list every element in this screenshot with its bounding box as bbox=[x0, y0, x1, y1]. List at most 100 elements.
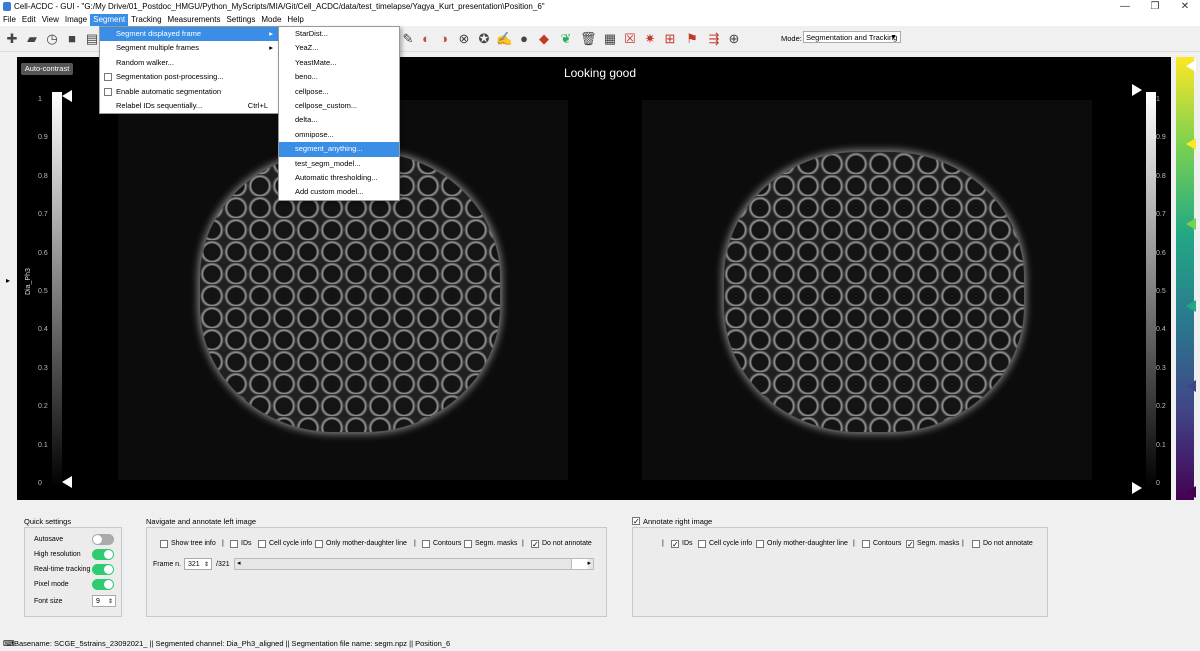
menu-random-walker[interactable]: Random walker... bbox=[100, 56, 278, 70]
colorbar-tick: 0.1 bbox=[38, 441, 48, 449]
model-yeastmate[interactable]: YeastMate... bbox=[279, 56, 399, 70]
model-test-segm[interactable]: test_segm_model... bbox=[279, 157, 399, 171]
model-cellpose-custom[interactable]: cellpose_custom... bbox=[279, 99, 399, 113]
lut-top-handle-icon[interactable] bbox=[62, 90, 72, 102]
lut-marker-icon[interactable] bbox=[1186, 300, 1196, 312]
menu-image[interactable]: Image bbox=[62, 14, 90, 26]
right-mother-daughter-checkbox[interactable] bbox=[756, 540, 764, 548]
menu-segment-displayed-frame[interactable]: Segment displayed frame ▸ bbox=[100, 27, 278, 42]
do-not-annotate-checkbox[interactable]: ✓ bbox=[531, 540, 539, 549]
eraser-icon[interactable]: ✎ bbox=[400, 31, 416, 47]
assign-icon[interactable]: ⚑ bbox=[684, 31, 700, 47]
model-auto-threshold[interactable]: Automatic thresholding... bbox=[279, 171, 399, 185]
menu-view[interactable]: View bbox=[39, 14, 62, 26]
model-beno[interactable]: beno... bbox=[279, 70, 399, 84]
right-do-not-annotate-checkbox[interactable] bbox=[972, 540, 980, 548]
leaf-icon[interactable]: ❦ bbox=[558, 31, 574, 47]
model-yeaz[interactable]: YeaZ... bbox=[279, 41, 399, 55]
lut-marker-icon[interactable] bbox=[1186, 138, 1196, 150]
star-icon[interactable]: ✷ bbox=[642, 31, 658, 47]
right-ids-checkbox[interactable]: ✓ bbox=[671, 540, 679, 549]
menu-settings[interactable]: Settings bbox=[223, 14, 258, 26]
right-contours-checkbox[interactable] bbox=[862, 540, 870, 548]
ids-checkbox[interactable] bbox=[230, 540, 238, 548]
right-cell-cycle-checkbox[interactable] bbox=[698, 540, 706, 548]
high-res-toggle[interactable] bbox=[92, 549, 114, 560]
plus-box-icon[interactable]: ⊞ bbox=[662, 31, 678, 47]
new-icon[interactable]: ✚ bbox=[4, 31, 20, 47]
scroll-thumb[interactable] bbox=[571, 559, 588, 569]
curve-icon[interactable]: ⊗ bbox=[456, 31, 472, 47]
lut-bottom-handle-right-icon[interactable] bbox=[1132, 482, 1142, 494]
bomb-icon[interactable]: ● bbox=[516, 31, 532, 47]
close-button[interactable]: ✕ bbox=[1170, 0, 1200, 14]
brush-icon[interactable]: ◐ bbox=[418, 31, 434, 47]
minimize-button[interactable]: — bbox=[1110, 0, 1140, 14]
menu-post-processing[interactable]: Segmentation post-processing... bbox=[100, 70, 278, 84]
checkbox-icon[interactable] bbox=[104, 73, 112, 82]
draw-icon[interactable]: ◑ bbox=[436, 31, 452, 47]
save-icon[interactable]: ■ bbox=[64, 31, 80, 47]
spinner-icon[interactable]: ⇕ bbox=[108, 596, 113, 608]
model-omnipose[interactable]: omnipose... bbox=[279, 128, 399, 142]
annotate-right-checkbox[interactable]: ✓ bbox=[632, 517, 640, 526]
left-colorbar[interactable] bbox=[52, 92, 62, 488]
lut-marker-icon[interactable] bbox=[1186, 380, 1196, 392]
cell-cycle-checkbox[interactable] bbox=[258, 540, 266, 548]
scroll-left-icon[interactable]: ◂ bbox=[237, 559, 241, 567]
segm-masks-checkbox[interactable] bbox=[464, 540, 472, 548]
scroll-right-icon[interactable]: ▸ bbox=[587, 559, 591, 567]
segm-icon[interactable]: ⊕ bbox=[726, 31, 742, 47]
rt-tracking-toggle[interactable] bbox=[92, 564, 114, 575]
target-icon[interactable]: ✪ bbox=[476, 31, 492, 47]
auto-contrast-button[interactable]: Auto-contrast bbox=[21, 63, 73, 75]
expand-arrow-icon[interactable]: ▸ bbox=[6, 276, 10, 285]
font-size-spinbox[interactable]: 9 ⇕ bbox=[92, 595, 116, 607]
lut-gradient[interactable] bbox=[1176, 57, 1194, 500]
lut-marker-icon[interactable] bbox=[1186, 486, 1196, 498]
right-segm-masks-checkbox[interactable]: ✓ bbox=[906, 540, 914, 549]
menu-help[interactable]: Help bbox=[284, 14, 306, 26]
show-tree-checkbox[interactable] bbox=[160, 540, 168, 548]
model-stardist[interactable]: StarDist... bbox=[279, 27, 399, 41]
history-icon[interactable]: ◷ bbox=[44, 31, 60, 47]
open-folder-icon[interactable]: ▰ bbox=[24, 31, 40, 47]
grid-icon[interactable]: ▦ bbox=[602, 31, 618, 47]
maximize-button[interactable]: ❐ bbox=[1140, 0, 1170, 14]
pixel-mode-toggle[interactable] bbox=[92, 579, 114, 590]
lut-bottom-handle-icon[interactable] bbox=[62, 476, 72, 488]
edit-icon[interactable]: ✍ bbox=[496, 31, 512, 47]
lut-marker-icon[interactable] bbox=[1186, 60, 1196, 72]
contours-checkbox[interactable] bbox=[422, 540, 430, 548]
menu-mode[interactable]: Mode bbox=[258, 14, 284, 26]
right-colorbar[interactable] bbox=[1146, 92, 1156, 488]
mother-daughter-checkbox[interactable] bbox=[315, 540, 323, 548]
menu-auto-segmentation[interactable]: Enable automatic segmentation bbox=[100, 85, 278, 99]
autosave-toggle[interactable] bbox=[92, 534, 114, 545]
delete-box-icon[interactable]: ☒ bbox=[622, 31, 638, 47]
menu-edit[interactable]: Edit bbox=[19, 14, 39, 26]
drop-icon[interactable]: ◆ bbox=[536, 31, 552, 47]
checkbox-icon[interactable] bbox=[104, 87, 112, 96]
menu-file[interactable]: File bbox=[0, 14, 19, 26]
model-cellpose[interactable]: cellpose... bbox=[279, 85, 399, 99]
menu-measurements[interactable]: Measurements bbox=[165, 14, 224, 26]
lut-top-handle-right-icon[interactable] bbox=[1132, 84, 1142, 96]
model-segment-anything[interactable]: segment_anything... bbox=[279, 142, 399, 157]
spinner-icon[interactable]: ⇕ bbox=[204, 559, 209, 571]
menu-tracking[interactable]: Tracking bbox=[128, 14, 164, 26]
model-add-custom[interactable]: Add custom model... bbox=[279, 185, 399, 199]
menu-segment[interactable]: Segment bbox=[90, 14, 129, 26]
mode-select[interactable]: Segmentation and Tracking ▼ bbox=[803, 31, 901, 43]
lut-marker-icon[interactable] bbox=[1186, 218, 1196, 230]
tool-icon[interactable]: ▤ bbox=[84, 31, 100, 47]
right-image[interactable] bbox=[642, 100, 1092, 480]
frame-spinbox[interactable]: 321 ⇕ bbox=[184, 558, 212, 570]
track-icon[interactable]: ⇶ bbox=[706, 31, 722, 47]
trash-icon[interactable]: 🗑 bbox=[580, 31, 597, 47]
frame-scrollbar[interactable]: ◂ ▸ bbox=[234, 558, 594, 570]
menu-segment-multiple-frames[interactable]: Segment multiple frames ▸ bbox=[100, 41, 278, 55]
menu-relabel-ids[interactable]: Relabel IDs sequentially... Ctrl+L bbox=[100, 99, 278, 113]
model-delta[interactable]: delta... bbox=[279, 113, 399, 127]
terminal-icon[interactable]: ⌨ bbox=[3, 636, 15, 651]
